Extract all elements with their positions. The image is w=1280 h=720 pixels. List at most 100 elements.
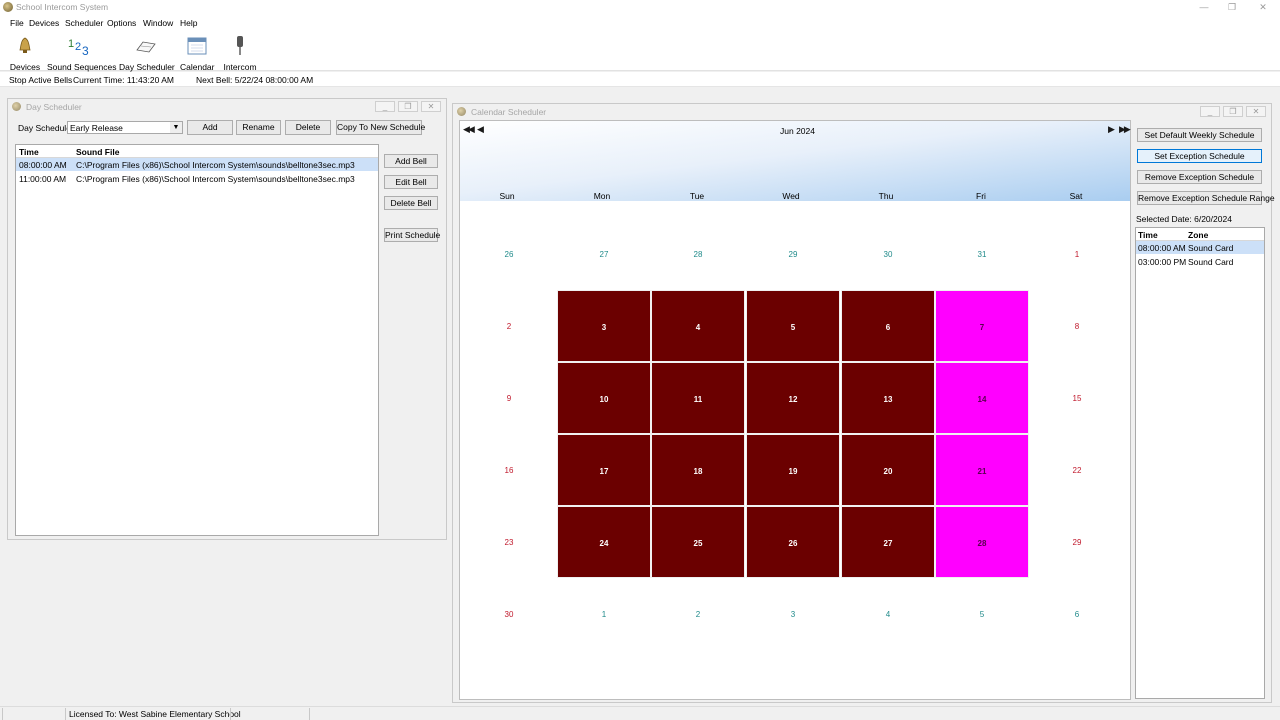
day-number: 4 — [885, 610, 891, 619]
calendar-day-scheduled[interactable]: 18 — [651, 434, 745, 506]
calendar-day[interactable]: 22 — [1030, 434, 1124, 506]
calendar-day-exception[interactable]: 14 — [935, 362, 1029, 434]
minimize-button[interactable]: _ — [1200, 106, 1220, 117]
calendar-day-scheduled[interactable]: 24 — [557, 506, 651, 578]
calendar-day-scheduled[interactable]: 25 — [651, 506, 745, 578]
calendar-day[interactable]: 3 — [746, 578, 840, 650]
calendar-day[interactable]: 8 — [1030, 290, 1124, 362]
calendar-day-scheduled[interactable]: 13 — [841, 362, 935, 434]
calendar-day[interactable]: 9 — [462, 362, 556, 434]
menu-options[interactable]: Options — [107, 18, 136, 28]
calendar-day-scheduled[interactable]: 10 — [557, 362, 651, 434]
edit-bell-button[interactable]: Edit Bell — [384, 175, 438, 189]
calendar-day-exception[interactable]: 7 — [935, 290, 1029, 362]
calendar-toolbar-button[interactable]: Calendar — [180, 35, 215, 72]
day-schedule-select[interactable]: Early Release ▼ — [67, 121, 183, 134]
calendar-header: ◀◀ ◀ Jun 2024 ▶ ▶▶ Sun Mon Tue Wed Thu F… — [460, 121, 1131, 201]
previous-month-icon[interactable]: ◀ — [477, 124, 484, 135]
calendar-day-scheduled[interactable]: 26 — [746, 506, 840, 578]
stop-active-bells-button[interactable]: Stop Active Bells — [9, 75, 72, 85]
menu-devices[interactable]: Devices — [29, 18, 59, 28]
menu-file[interactable]: File — [10, 18, 24, 28]
calendar-day[interactable]: 27 — [557, 218, 651, 290]
calendar-day[interactable]: 29 — [1030, 506, 1124, 578]
delete-schedule-button[interactable]: Delete — [285, 120, 331, 135]
set-default-weekly-schedule-button[interactable]: Set Default Weekly Schedule — [1137, 128, 1262, 142]
svg-text:2: 2 — [75, 41, 81, 53]
time-column-header[interactable]: Time — [1138, 230, 1158, 240]
chevron-down-icon[interactable]: ▼ — [170, 122, 182, 133]
calendar-day[interactable]: 5 — [935, 578, 1029, 650]
calendar-day-scheduled[interactable]: 17 — [557, 434, 651, 506]
calendar-day[interactable]: 1 — [1030, 218, 1124, 290]
day-number: 1 — [1074, 250, 1080, 259]
calendar-day-scheduled[interactable]: 4 — [651, 290, 745, 362]
calendar-day[interactable]: 31 — [935, 218, 1029, 290]
table-row[interactable]: 08:00:00 AM C:\Program Files (x86)\Schoo… — [16, 158, 378, 171]
restore-button[interactable]: ❐ — [398, 101, 418, 112]
calendar-day-exception[interactable]: 21 — [935, 434, 1029, 506]
close-button[interactable]: ✕ — [421, 101, 441, 112]
add-schedule-button[interactable]: Add — [187, 120, 233, 135]
zone-column-header[interactable]: Zone — [1188, 230, 1208, 240]
calendar-day[interactable]: 6 — [1030, 578, 1124, 650]
calendar-day[interactable]: 29 — [746, 218, 840, 290]
previous-year-icon[interactable]: ◀◀ — [463, 124, 475, 135]
menu-scheduler[interactable]: Scheduler — [65, 18, 103, 28]
delete-bell-button[interactable]: Delete Bell — [384, 196, 438, 210]
calendar-day[interactable]: 1 — [557, 578, 651, 650]
calendar-day-scheduled[interactable]: 27 — [841, 506, 935, 578]
rename-schedule-button[interactable]: Rename — [236, 120, 281, 135]
day-header: Sat — [1069, 191, 1083, 201]
calendar-day-scheduled[interactable]: 19 — [746, 434, 840, 506]
day-scheduler-toolbar-button[interactable]: Day Scheduler — [119, 35, 175, 72]
print-schedule-button[interactable]: Print Schedule — [384, 228, 440, 242]
table-row[interactable]: 03:00:00 PM Sound Card — [1136, 255, 1264, 268]
calendar-day[interactable]: 2 — [651, 578, 745, 650]
calendar-day[interactable]: 30 — [841, 218, 935, 290]
calendar-day[interactable]: 28 — [651, 218, 745, 290]
calendar-day[interactable]: 16 — [462, 434, 556, 506]
calendar-day-scheduled[interactable]: 20 — [841, 434, 935, 506]
calendar-day[interactable]: 15 — [1030, 362, 1124, 434]
restore-button[interactable]: ❐ — [1223, 106, 1243, 117]
calendar-scheduler-titlebar[interactable]: Calendar Scheduler _ ❐ ✕ — [453, 104, 1271, 119]
day-number: 28 — [693, 250, 703, 259]
next-month-icon[interactable]: ▶ — [1108, 124, 1115, 135]
calendar-day[interactable]: 30 — [462, 578, 556, 650]
maximize-button[interactable]: ❐ — [1225, 1, 1239, 13]
day-header: Tue — [689, 191, 705, 201]
intercom-toolbar-button[interactable]: Intercom — [222, 35, 258, 72]
time-column-header[interactable]: Time — [19, 147, 39, 157]
calendar-day-scheduled[interactable]: 11 — [651, 362, 745, 434]
day-scheduler-titlebar[interactable]: Day Scheduler _ ❐ ✕ — [8, 99, 446, 114]
calendar-day[interactable]: 26 — [462, 218, 556, 290]
add-bell-button[interactable]: Add Bell — [384, 154, 438, 168]
calendar-day-scheduled[interactable]: 6 — [841, 290, 935, 362]
calendar-day-exception[interactable]: 28 — [935, 506, 1029, 578]
table-row[interactable]: 08:00:00 AM Sound Card — [1136, 241, 1264, 254]
menu-help[interactable]: Help — [180, 18, 197, 28]
close-button[interactable]: ✕ — [1246, 106, 1266, 117]
copy-to-new-schedule-button[interactable]: Copy To New Schedule — [336, 120, 425, 135]
sound-file-column-header[interactable]: Sound File — [76, 147, 119, 157]
calendar-day[interactable]: 4 — [841, 578, 935, 650]
status-strip: Stop Active Bells Current Time: 11:43:20… — [0, 72, 1280, 87]
set-exception-schedule-button[interactable]: Set Exception Schedule — [1137, 149, 1262, 163]
devices-toolbar-button[interactable]: Devices — [8, 35, 42, 72]
calendar-day-scheduled[interactable]: 5 — [746, 290, 840, 362]
table-row[interactable]: 11:00:00 AM C:\Program Files (x86)\Schoo… — [16, 172, 378, 185]
calendar-day[interactable]: 2 — [462, 290, 556, 362]
calendar-day-scheduled[interactable]: 12 — [746, 362, 840, 434]
minimize-button[interactable]: _ — [375, 101, 395, 112]
menu-window[interactable]: Window — [143, 18, 173, 28]
remove-exception-schedule-button[interactable]: Remove Exception Schedule — [1137, 170, 1262, 184]
day-number: 15 — [1072, 394, 1082, 403]
minimize-button[interactable]: — — [1197, 1, 1211, 13]
calendar-day[interactable]: 23 — [462, 506, 556, 578]
remove-exception-schedule-range-button[interactable]: Remove Exception Schedule Range — [1137, 191, 1275, 205]
next-year-icon[interactable]: ▶▶ — [1119, 124, 1131, 135]
close-button[interactable]: ✕ — [1256, 1, 1270, 13]
sound-sequences-toolbar-button[interactable]: 123 Sound Sequences — [47, 35, 116, 72]
calendar-day-scheduled[interactable]: 3 — [557, 290, 651, 362]
